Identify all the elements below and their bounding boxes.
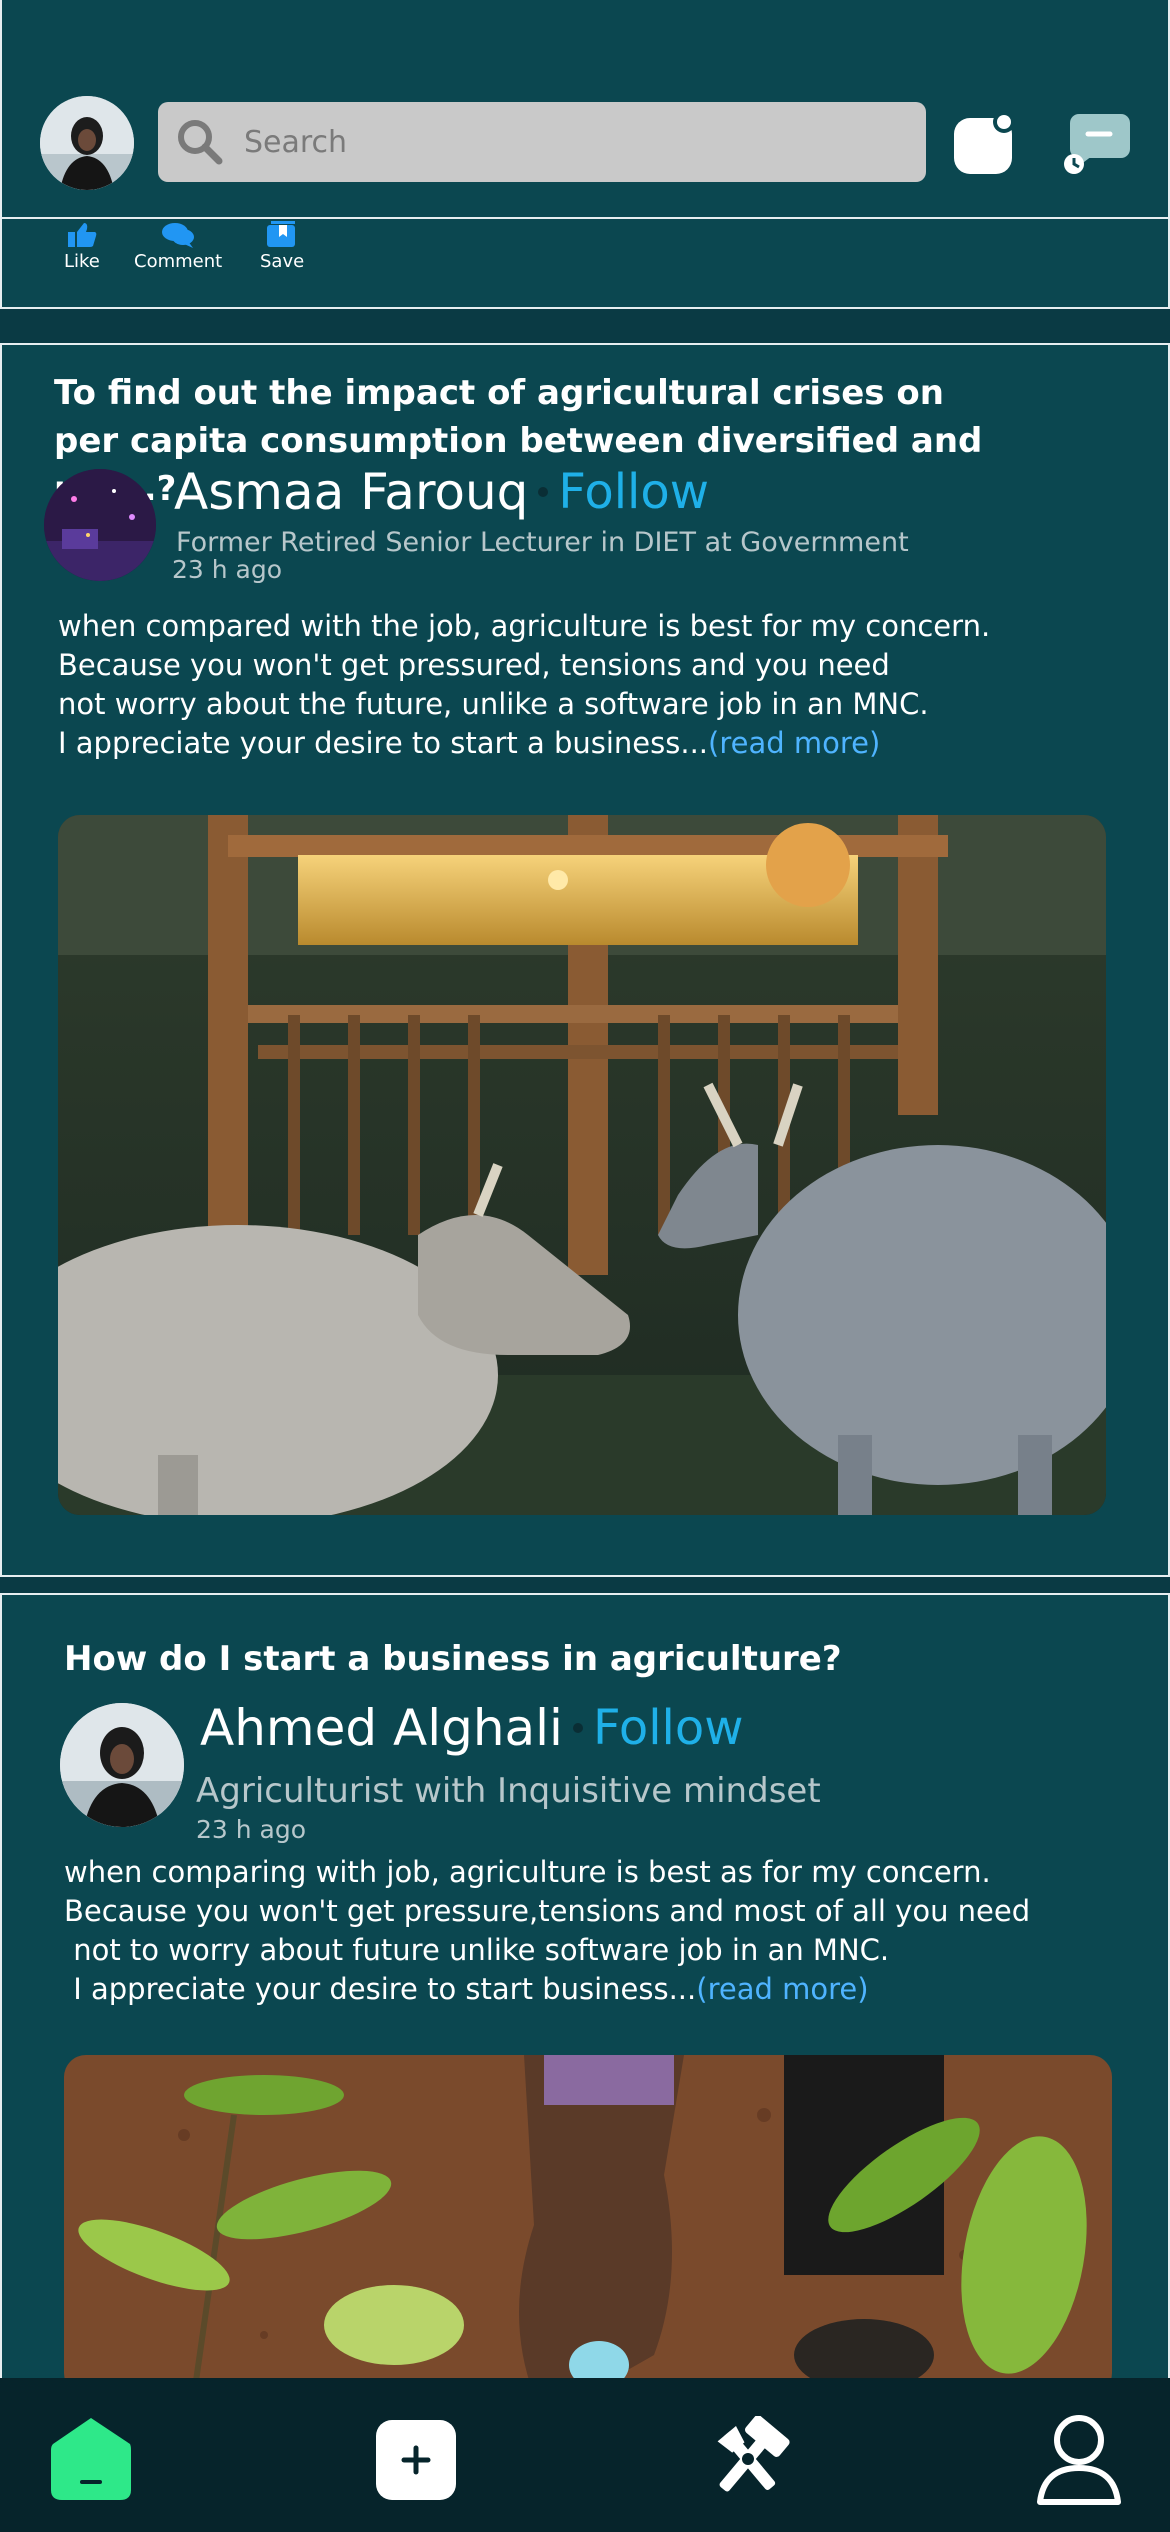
add-post-icon[interactable] bbox=[376, 2420, 456, 2500]
separator-dot bbox=[572, 1723, 583, 1733]
home-icon[interactable] bbox=[50, 2416, 132, 2502]
author-name[interactable]: Asmaa Farouq bbox=[174, 463, 528, 521]
bottom-nav bbox=[0, 2378, 1170, 2532]
post-body-text: when comparing with job, agriculture is … bbox=[64, 1855, 1031, 2006]
search-placeholder: Search bbox=[244, 124, 348, 160]
search-icon bbox=[178, 120, 223, 165]
author-subtitle: Agriculturist with Inquisitive mindset bbox=[196, 1771, 821, 1811]
author-name[interactable]: Ahmed Alghali bbox=[200, 1699, 563, 1757]
post-time: 23 h ago bbox=[172, 555, 283, 584]
comment-icon bbox=[162, 223, 195, 248]
post-question[interactable]: How do I start a business in agriculture… bbox=[64, 1635, 1064, 1683]
top-header: Search bbox=[0, 0, 1170, 219]
bookmark-icon bbox=[267, 221, 296, 247]
comment-label: Comment bbox=[134, 251, 223, 272]
separator-dot bbox=[538, 487, 549, 497]
read-more-link[interactable]: (read more) bbox=[696, 1972, 868, 2006]
like-label: Like bbox=[64, 251, 100, 272]
notifications-icon[interactable] bbox=[952, 110, 1018, 176]
messages-icon[interactable] bbox=[1062, 112, 1132, 176]
post-body: when comparing with job, agriculture is … bbox=[64, 1853, 1124, 2009]
post-card: How do I start a business in agriculture… bbox=[0, 1593, 1170, 2397]
read-more-link[interactable]: (read more) bbox=[708, 726, 880, 760]
post-actions-strip: Like Comment Save bbox=[0, 219, 1170, 309]
like-button[interactable]: Like bbox=[64, 221, 100, 272]
post-image-cows[interactable] bbox=[58, 815, 1106, 1515]
author-row: Ahmed Alghali Follow bbox=[200, 1699, 744, 1757]
save-label: Save bbox=[260, 251, 305, 272]
thumbs-up-icon bbox=[67, 223, 97, 247]
follow-button[interactable]: Follow bbox=[558, 464, 709, 520]
search-input[interactable]: Search bbox=[158, 102, 926, 182]
post-time: 23 h ago bbox=[196, 1815, 307, 1844]
comment-button[interactable]: Comment bbox=[134, 221, 222, 272]
author-avatar[interactable] bbox=[60, 1703, 184, 1827]
post-card: To find out the impact of agricultural c… bbox=[0, 343, 1170, 1577]
post-image-planting[interactable] bbox=[64, 2055, 1112, 2395]
post-body: when compared with the job, agriculture … bbox=[58, 607, 1118, 763]
author-avatar[interactable] bbox=[44, 469, 156, 581]
follow-button[interactable]: Follow bbox=[593, 1700, 744, 1756]
profile-icon[interactable] bbox=[1034, 2412, 1124, 2506]
author-row: Asmaa Farouq Follow bbox=[174, 463, 709, 521]
tools-icon[interactable] bbox=[700, 2415, 796, 2502]
save-button[interactable]: Save bbox=[260, 221, 304, 272]
user-avatar[interactable] bbox=[40, 96, 134, 190]
author-subtitle: Former Retired Senior Lecturer in DIET a… bbox=[176, 527, 909, 558]
